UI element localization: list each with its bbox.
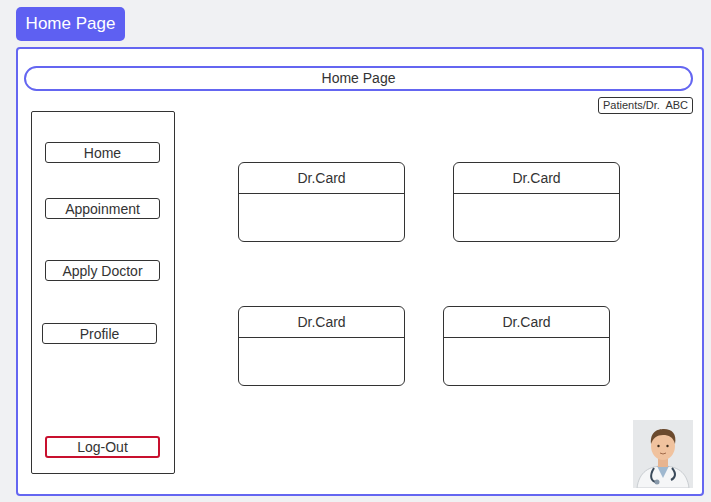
header-bar: Home Page (24, 66, 693, 91)
doctor-card[interactable]: Dr.Card (238, 162, 405, 242)
sidebar-item[interactable]: Apply Doctor (45, 260, 160, 281)
card-grid: Dr.Card Dr.Card Dr.Card Dr.Card (238, 162, 693, 386)
sidebar-item[interactable]: Home (45, 142, 160, 163)
card-title: Dr.Card (454, 163, 619, 194)
doctor-card[interactable]: Dr.Card (453, 162, 620, 242)
sidebar-item[interactable]: Appoinment (45, 198, 160, 219)
logout-button[interactable]: Log-Out (45, 436, 160, 458)
user-badge[interactable]: Patients/Dr. ABC (598, 97, 693, 114)
doctor-card[interactable]: Dr.Card (238, 306, 405, 386)
sidebar: Home Appoinment Apply Doctor Profile Log-Out (31, 111, 175, 474)
card-title: Dr.Card (239, 163, 404, 194)
card-title: Dr.Card (239, 307, 404, 338)
doctor-icon (633, 420, 693, 488)
sidebar-item[interactable]: Profile (42, 323, 157, 344)
page: Home Page Home Page Home Appoinment Apply Do… (0, 0, 711, 502)
page-tag: Home Page (16, 7, 125, 41)
doctor-card[interactable]: Dr.Card (443, 306, 610, 386)
card-title: Dr.Card (444, 307, 609, 338)
main-frame: Home Page Home Appoinment Apply Doctor Profi… (16, 47, 704, 496)
